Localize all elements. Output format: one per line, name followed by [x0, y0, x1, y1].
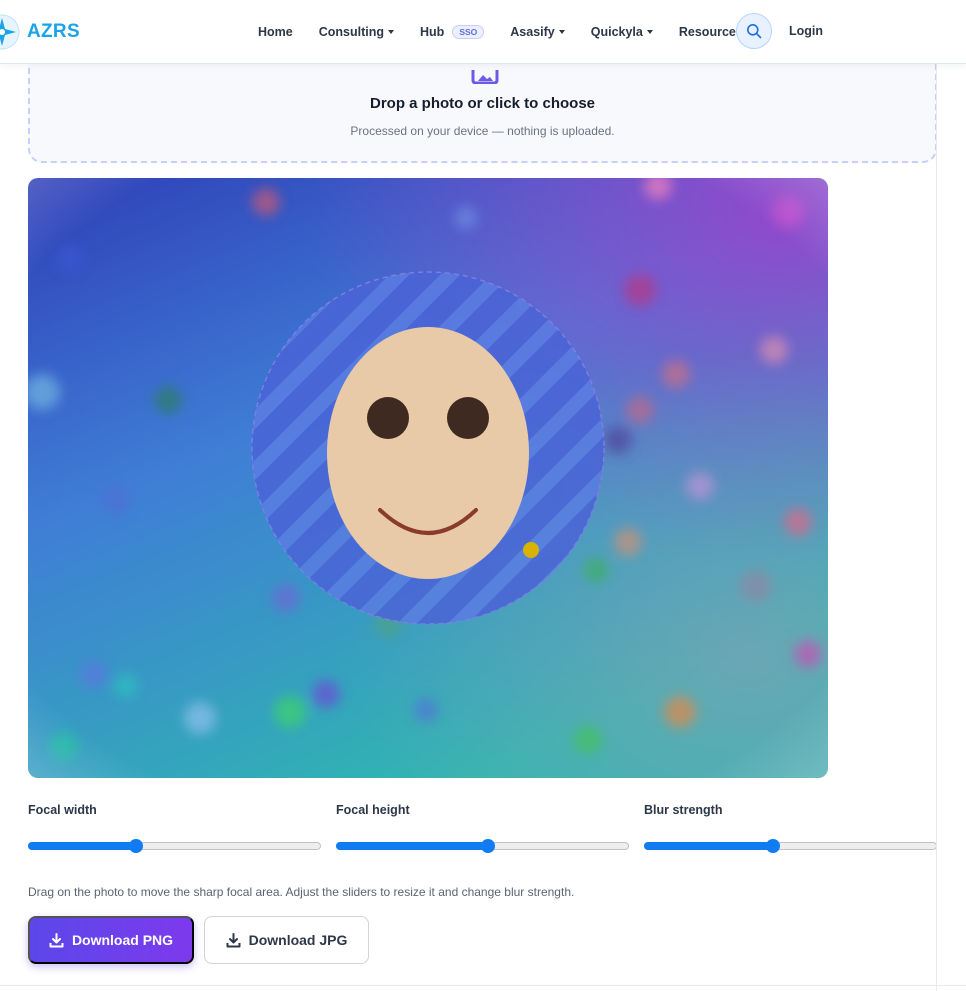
download-png-label: Download PNG: [71, 932, 174, 948]
top-navbar: AZRS Home Consulting Hub SSO Asasify Qui…: [0, 0, 966, 64]
slider-thumb[interactable]: [481, 839, 496, 853]
main-nav: Home Consulting Hub SSO Asasify Quickyla…: [258, 0, 779, 64]
nav-item-home[interactable]: Home: [258, 25, 293, 39]
azrs-logo-icon: [0, 12, 24, 52]
nav-item-label: Resources: [678, 25, 743, 39]
focal-width-slider[interactable]: [28, 839, 321, 853]
focal-height-label: Focal height: [336, 803, 410, 817]
nav-item-label: Home: [258, 25, 293, 39]
caret-down-icon: [558, 30, 565, 34]
download-jpg-label: Download JPG: [248, 932, 348, 948]
page-edge: [936, 64, 966, 991]
instructions-text: Drag on the photo to move the sharp foca…: [28, 885, 575, 899]
slider-thumb[interactable]: [765, 839, 780, 853]
slider-fill: [644, 842, 773, 850]
photo-preview-canvas[interactable]: [28, 178, 828, 778]
slider-thumb[interactable]: [129, 839, 144, 853]
yellow-dot: [523, 542, 539, 558]
brand-name: AZRS: [27, 21, 80, 42]
caret-down-icon: [646, 30, 653, 34]
download-icon: [49, 932, 64, 948]
slider-fill: [336, 842, 489, 850]
download-png-button[interactable]: Download PNG: [28, 916, 194, 964]
download-icon: [226, 932, 241, 948]
blurred-photo: [28, 178, 828, 778]
blur-strength-label: Blur strength: [644, 803, 723, 817]
nav-item-hub[interactable]: Hub SSO: [420, 25, 485, 39]
nav-item-label: Quickyla: [590, 25, 643, 39]
nav-item-label: Consulting: [318, 25, 384, 39]
brand[interactable]: AZRS: [0, 12, 80, 52]
search-button[interactable]: [736, 13, 772, 49]
smiley-face: [327, 327, 529, 579]
caret-down-icon: [388, 30, 394, 34]
nav-item-label: Hub: [420, 25, 445, 39]
focal-width-label: Focal width: [28, 803, 97, 817]
nav-item-quickyla[interactable]: Quickyla: [591, 25, 653, 39]
login-link[interactable]: Login: [789, 24, 823, 38]
page-bottom-edge: [0, 985, 966, 986]
dropzone-title: Drop a photo or click to choose: [369, 95, 596, 112]
image-upload-icon: [471, 70, 499, 89]
blur-strength-slider[interactable]: [644, 839, 937, 853]
download-jpg-button[interactable]: Download JPG: [204, 916, 369, 964]
dropzone-subtitle: Processed on your device — nothing is up…: [350, 124, 615, 138]
nav-item-asasify[interactable]: Asasify: [510, 25, 565, 39]
slider-fill: [28, 842, 137, 850]
focal-height-slider[interactable]: [336, 839, 629, 853]
search-icon: [747, 24, 762, 39]
nav-item-consulting[interactable]: Consulting: [319, 25, 394, 39]
sso-badge: SSO: [452, 25, 485, 39]
nav-item-label: Asasify: [510, 25, 555, 39]
